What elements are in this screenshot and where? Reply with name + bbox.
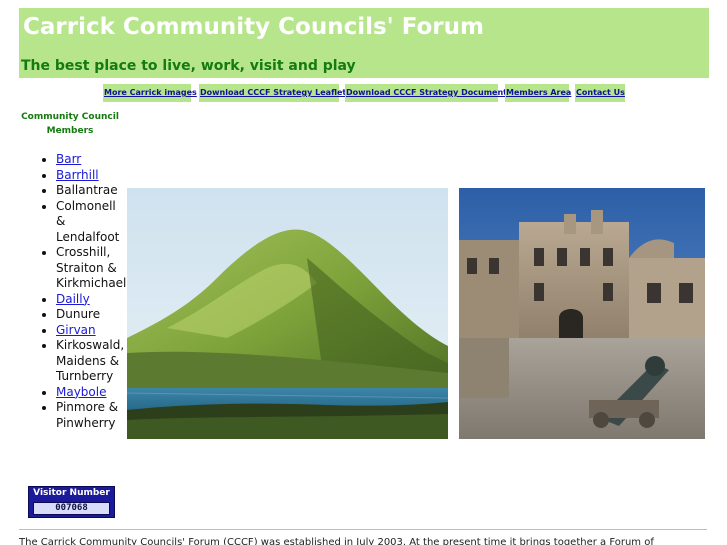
member-link-barr[interactable]: Barr	[56, 152, 81, 166]
footer-divider	[19, 529, 707, 530]
member-item: Kirkoswald, Maidens & Turnberry	[56, 338, 124, 385]
member-item[interactable]: Maybole	[56, 385, 124, 401]
member-item: Dunure	[56, 307, 124, 323]
member-item: Pinmore & Pinwherry	[56, 400, 124, 431]
site-header: Carrick Community Councils' Forum The be…	[19, 8, 709, 78]
visitor-counter-label: Visitor Number	[33, 488, 110, 498]
castle-photo	[459, 188, 705, 439]
nav-link-strategy-document[interactable]: Download CCCF Strategy Document	[345, 84, 507, 102]
member-item: Ballantrae	[56, 183, 124, 199]
member-list: Barr Barrhill Ballantrae Colmonell & Len…	[22, 152, 126, 431]
member-link-dailly[interactable]: Dailly	[56, 292, 90, 306]
visitor-counter-value: 007068	[33, 502, 110, 515]
loch-landscape-photo	[127, 188, 448, 439]
visitor-counter: Visitor Number 007068	[28, 486, 115, 518]
member-item: Crosshill, Straiton & Kirkmichael	[56, 245, 126, 292]
member-item[interactable]: Barr	[56, 152, 124, 168]
nav-link-more-images[interactable]: More Carrick images	[103, 84, 197, 102]
members-heading-line1: Community Council	[21, 112, 119, 122]
members-heading-line2: Members	[46, 126, 94, 136]
loch-landscape-image	[127, 188, 448, 439]
member-link-girvan[interactable]: Girvan	[56, 323, 96, 337]
footer-text: The Carrick Community Councils' Forum (C…	[19, 537, 654, 545]
member-link-maybole[interactable]: Maybole	[56, 385, 106, 399]
nav-link-contact-us[interactable]: Contact Us	[575, 84, 625, 102]
members-heading: Community Council Members	[18, 110, 122, 138]
member-item[interactable]: Dailly	[56, 292, 124, 308]
member-item: Colmonell & Lendalfoot	[56, 199, 124, 246]
member-item[interactable]: Barrhill	[56, 168, 124, 184]
member-link-barrhill[interactable]: Barrhill	[56, 168, 99, 182]
member-item[interactable]: Girvan	[56, 323, 124, 339]
castle-image	[459, 188, 705, 439]
nav-link-members-area[interactable]: Members Area	[505, 84, 571, 102]
site-title: Carrick Community Councils' Forum	[23, 14, 484, 40]
site-tagline: The best place to live, work, visit and …	[21, 58, 356, 74]
nav-link-strategy-leaflet[interactable]: Download CCCF Strategy Leaflet	[199, 84, 346, 102]
